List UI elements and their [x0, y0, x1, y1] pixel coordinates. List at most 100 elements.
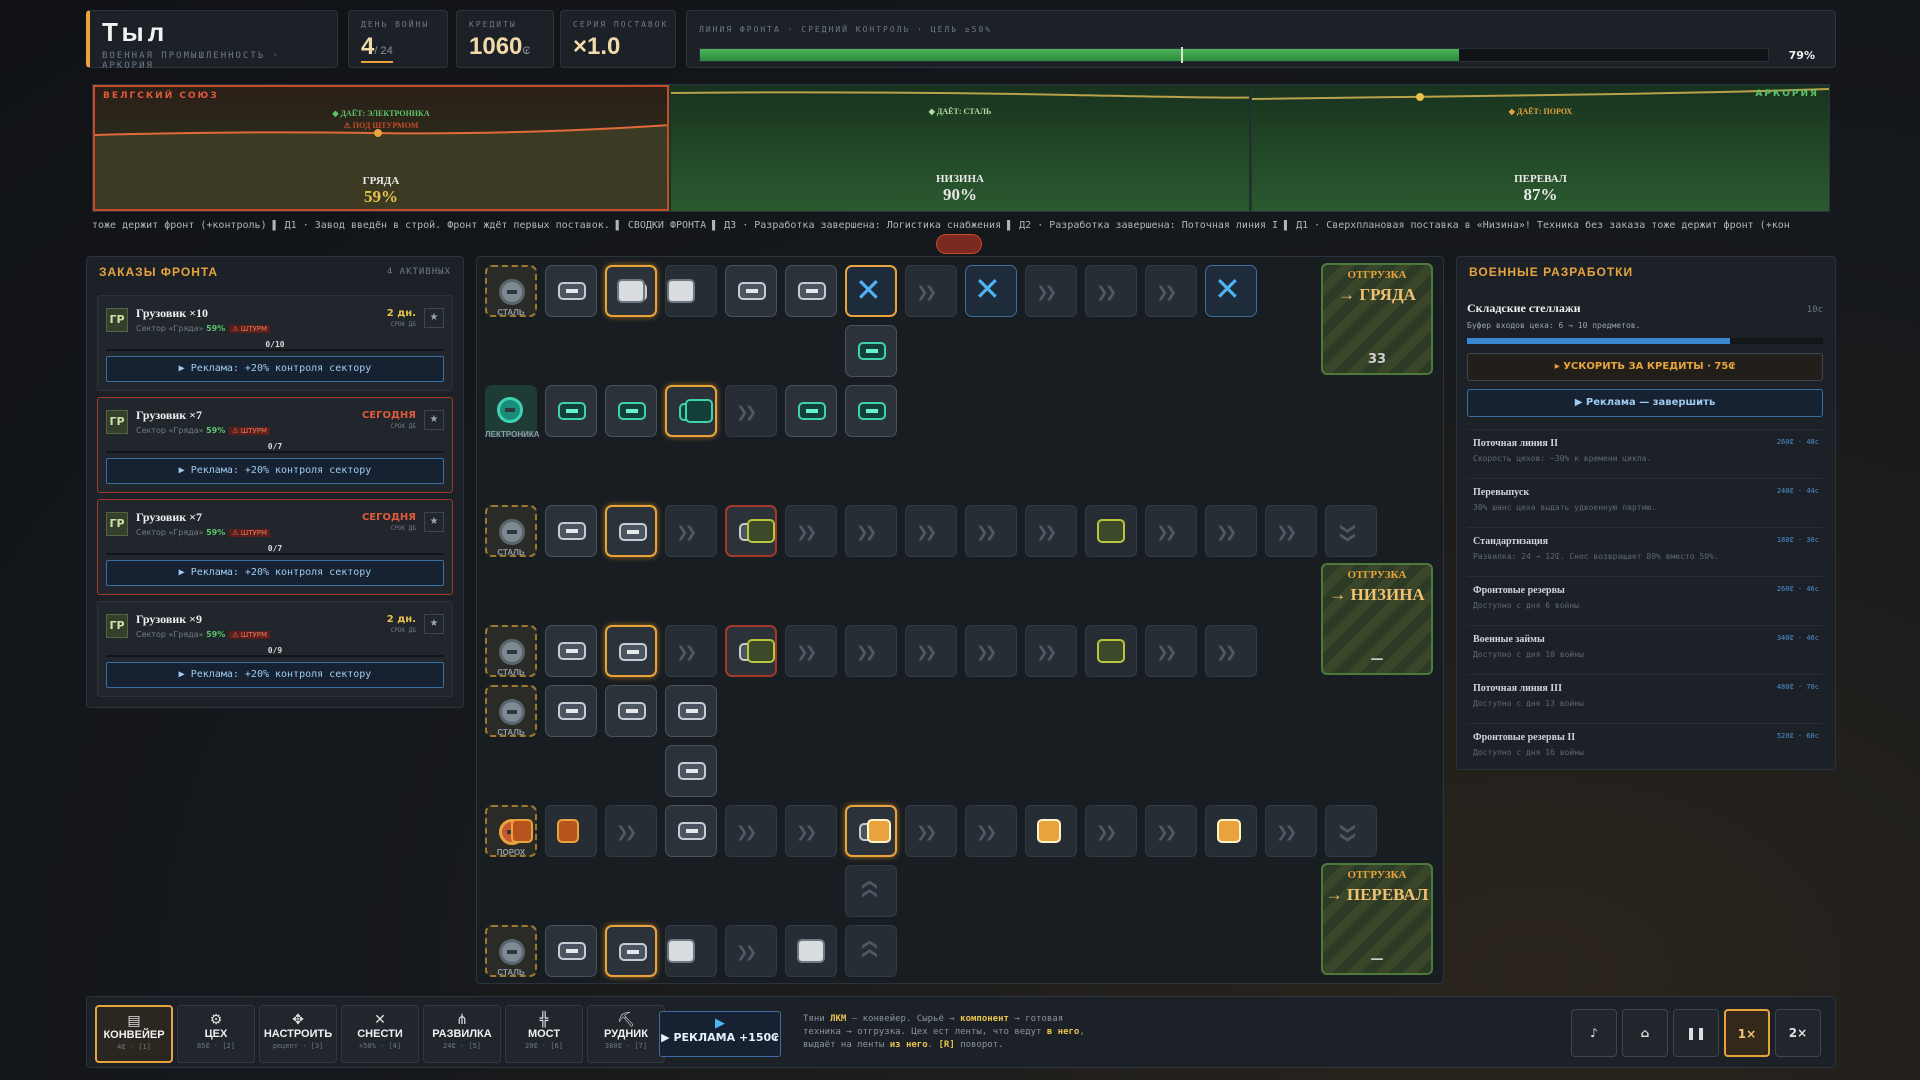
tool-workshop-button[interactable]: ⚙ ЦЕХ 85₢ · [2]: [177, 1005, 255, 1063]
conveyor-belt[interactable]: ❯❯: [665, 625, 717, 677]
resource-mine[interactable]: ЛЕКТРОНИКА: [485, 385, 540, 439]
tool-mine-button[interactable]: ⛏ РУДНИК 380₢ · [7]: [587, 1005, 665, 1063]
research-ad-button[interactable]: ▶ Реклама — завершить: [1467, 389, 1823, 417]
factory-machine[interactable]: [665, 805, 717, 857]
research-item[interactable]: Военные займы 340₢ · 46с Доступно с дня 10…: [1467, 625, 1823, 669]
conveyor-belt[interactable]: ❯❯: [1325, 805, 1377, 857]
order-card[interactable]: ГР Грузовик ×9 Сектор «Гряда» 59% ⚠ ШТУРМ 2 …: [97, 601, 453, 697]
shipment-depot[interactable]: ОТГРУЗКА → ГРЯДА 33: [1321, 263, 1433, 375]
crossing-bridge[interactable]: ✕: [965, 265, 1017, 317]
star-icon[interactable]: ★: [424, 512, 444, 532]
factory-machine[interactable]: [545, 925, 597, 977]
resource-mine[interactable]: СТАЛЬ: [485, 625, 537, 677]
conveyor-belt[interactable]: ❯❯: [845, 925, 897, 977]
conveyor-belt[interactable]: ❯❯: [845, 865, 897, 917]
resource-mine[interactable]: СТАЛЬ: [485, 685, 537, 737]
pause-button[interactable]: ❚❚: [1673, 1009, 1719, 1057]
speed-2x-button[interactable]: 2×: [1775, 1009, 1821, 1057]
factory-machine[interactable]: [545, 265, 597, 317]
order-card[interactable]: ГР Грузовик ×10 Сектор «Гряда» 59% ⚠ ШТУРМ 2…: [97, 295, 453, 391]
star-icon[interactable]: ★: [424, 614, 444, 634]
conveyor-belt[interactable]: ❯❯: [905, 805, 957, 857]
conveyor-belt[interactable]: ❯❯: [605, 805, 657, 857]
conveyor-belt[interactable]: ❯❯: [905, 265, 957, 317]
order-ad-button[interactable]: ▶ Реклама: +20% контроля сектору: [106, 560, 444, 586]
ticker-toggle-handle[interactable]: [936, 234, 982, 254]
conveyor-belt[interactable]: ❯❯: [725, 805, 777, 857]
shipment-depot[interactable]: ОТГРУЗКА → НИЗИНА —: [1321, 563, 1433, 675]
order-ad-button[interactable]: ▶ Реклама: +20% контроля сектору: [106, 356, 444, 382]
conveyor-belt[interactable]: ❯❯: [1025, 265, 1077, 317]
research-item[interactable]: Стандартизация 180₢ · 30с Развилка: 24 → 1…: [1467, 527, 1823, 571]
conveyor-belt[interactable]: ❯❯: [1025, 625, 1077, 677]
factory-machine[interactable]: [545, 685, 597, 737]
conveyor-belt[interactable]: ❯❯: [965, 625, 1017, 677]
star-icon[interactable]: ★: [424, 410, 444, 430]
conveyor-belt[interactable]: ❯❯: [1325, 505, 1377, 557]
conveyor-belt[interactable]: ❯❯: [1265, 505, 1317, 557]
order-card[interactable]: ГР Грузовик ×7 Сектор «Гряда» 59% ⚠ ШТУРМ СЕ…: [97, 397, 453, 493]
factory-machine[interactable]: [545, 625, 597, 677]
star-icon[interactable]: ★: [424, 308, 444, 328]
crossing-bridge[interactable]: ✕: [1205, 265, 1257, 317]
factory-machine[interactable]: [665, 745, 717, 797]
music-button[interactable]: ♪: [1571, 1009, 1617, 1057]
resource-mine[interactable]: СТАЛЬ: [485, 265, 537, 317]
conveyor-belt[interactable]: ❯❯: [965, 505, 1017, 557]
conveyor-belt[interactable]: ❯❯: [1145, 625, 1197, 677]
factory-machine[interactable]: [845, 385, 897, 437]
sector-pereval[interactable]: АРКОРИЯ ◆ ДАЁТ: ПОРОХ ПЕРЕВАЛ 87%: [1251, 85, 1829, 211]
crossing-bridge[interactable]: ✕: [845, 265, 897, 317]
conveyor-belt[interactable]: ❯❯: [1145, 265, 1197, 317]
conveyor-belt[interactable]: ❯❯: [905, 505, 957, 557]
conveyor-belt[interactable]: ❯❯: [1205, 505, 1257, 557]
speed-1x-button[interactable]: 1×: [1724, 1009, 1770, 1057]
conveyor-belt[interactable]: ❯❯: [1085, 805, 1137, 857]
conveyor-belt[interactable]: ❯❯: [1265, 805, 1317, 857]
factory-machine[interactable]: [545, 385, 597, 437]
shipment-depot[interactable]: ОТГРУЗКА → ПЕРЕВАЛ —: [1321, 863, 1433, 975]
factory-machine[interactable]: [665, 685, 717, 737]
order-ad-button[interactable]: ▶ Реклама: +20% контроля сектору: [106, 662, 444, 688]
speedup-button[interactable]: ▸ УСКОРИТЬ ЗА КРЕДИТЫ · 75₢: [1467, 353, 1823, 381]
factory-machine[interactable]: [605, 625, 657, 677]
factory-machine[interactable]: [605, 925, 657, 977]
sector-gryada[interactable]: ВЕЛГСКИЙ СОЮЗ ◆ ДАЁТ: ЭЛЕКТРОНИКА ⚠ ПОД …: [93, 85, 669, 211]
order-card[interactable]: ГР Грузовик ×7 Сектор «Гряда» 59% ⚠ ШТУРМ СЕ…: [97, 499, 453, 595]
conveyor-belt[interactable]: ❯❯: [785, 625, 837, 677]
factory-machine[interactable]: [605, 385, 657, 437]
conveyor-belt[interactable]: ❯❯: [965, 805, 1017, 857]
conveyor-belt[interactable]: ❯❯: [1025, 505, 1077, 557]
research-item[interactable]: Перевыпуск 240₢ · 44с 30% шанс цеха выдать…: [1467, 478, 1823, 522]
resource-mine[interactable]: СТАЛЬ: [485, 925, 537, 977]
factory-grid[interactable]: СТАЛЬ ❯❯ ✕ ❯❯ ✕ ❯❯ ❯❯ ✕ ❯❯ ЛЕКТРОНИКА ❯❯ СТАЛЬ ❯❯ ❯❯ ❯…: [476, 256, 1444, 984]
tool-configure-button[interactable]: ✥ НАСТРОИТЬ рецепт · [3]: [259, 1005, 337, 1063]
conveyor-belt[interactable]: ❯❯: [1085, 265, 1137, 317]
factory-machine[interactable]: [605, 505, 657, 557]
factory-machine[interactable]: [725, 265, 777, 317]
factory-machine[interactable]: [605, 685, 657, 737]
conveyor-belt[interactable]: ❯❯: [1205, 625, 1257, 677]
tool-bridge-button[interactable]: ╬ МОСТ 20₢ · [6]: [505, 1005, 583, 1063]
ad-credits-button[interactable]: ▶ ▶ РЕКЛАМА +150₢: [659, 1011, 781, 1057]
factory-machine[interactable]: [785, 265, 837, 317]
factory-machine[interactable]: [845, 325, 897, 377]
factory-machine[interactable]: [545, 505, 597, 557]
conveyor-belt[interactable]: ❯❯: [785, 505, 837, 557]
factory-machine[interactable]: [785, 385, 837, 437]
sector-nizina[interactable]: ◆ ДАЁТ: СТАЛЬ НИЗИНА 90%: [671, 85, 1249, 211]
conveyor-belt[interactable]: ❯❯: [1145, 505, 1197, 557]
conveyor-belt[interactable]: ❯❯: [905, 625, 957, 677]
tool-demolish-button[interactable]: ✕ СНЕСТИ +50% · [4]: [341, 1005, 419, 1063]
tool-splitter-button[interactable]: ⋔ РАЗВИЛКА 24₢ · [5]: [423, 1005, 501, 1063]
order-ad-button[interactable]: ▶ Реклама: +20% контроля сектору: [106, 458, 444, 484]
research-item[interactable]: Поточная линия II 260₢ · 48с Скорость цехо…: [1467, 429, 1823, 473]
research-item[interactable]: Фронтовые резервы 260₢ · 46с Доступно с дн…: [1467, 576, 1823, 620]
conveyor-belt[interactable]: ❯❯: [725, 925, 777, 977]
conveyor-belt[interactable]: ❯❯: [845, 625, 897, 677]
conveyor-belt[interactable]: ❯❯: [845, 505, 897, 557]
research-item[interactable]: Фронтовые резервы II 520₢ · 60с Доступно с…: [1467, 723, 1823, 767]
conveyor-belt[interactable]: ❯❯: [1145, 805, 1197, 857]
research-item[interactable]: Поточная линия III 480₢ · 70с Доступно с д…: [1467, 674, 1823, 718]
resource-mine[interactable]: СТАЛЬ: [485, 505, 537, 557]
